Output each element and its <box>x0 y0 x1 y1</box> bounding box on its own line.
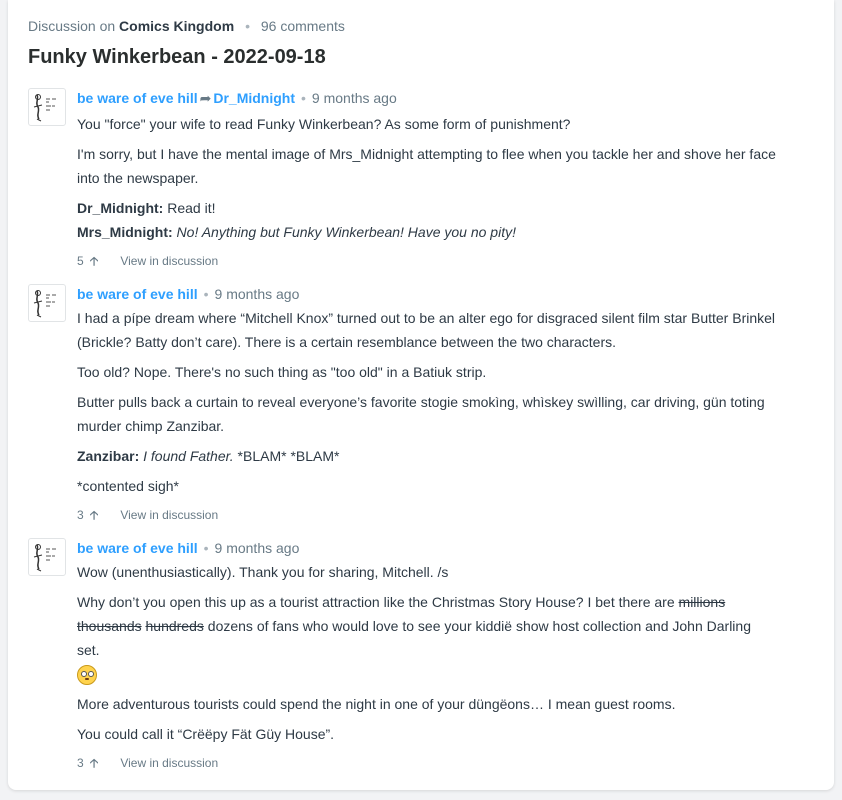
text-run: Why don’t you open this up as a tourist … <box>77 594 679 610</box>
comment-paragraph: More adventurous tourists could spend th… <box>77 696 676 712</box>
header-prefix: Discussion on <box>28 18 116 34</box>
comment-paragraph: Butter pulls back a curtain to reveal ev… <box>77 394 765 434</box>
arrow-up-icon[interactable]: 🡡 <box>90 508 99 522</box>
thread-title[interactable]: Funky Winkerbean - 2022-09-18 <box>28 46 326 69</box>
comment-meta: be ware of eve hill • 9 months ago <box>77 538 777 558</box>
speaker-label: Dr_Midnight: <box>77 200 164 216</box>
comment-paragraph: I had a pípe dream where “Mitchell Knox”… <box>77 310 776 350</box>
comment-meta: be ware of eve hill • 9 months ago <box>77 284 777 304</box>
comment-footer: 5 🡡 View in discussion <box>77 252 777 270</box>
author-link[interactable]: be ware of eve hill <box>77 286 198 302</box>
discussion-card: Discussion on Comics Kingdom • 96 commen… <box>8 0 834 790</box>
sketch-avatar-icon <box>33 94 56 122</box>
comment-paragraph: Mrs_Midnight: No! Anything but Funky Win… <box>77 220 777 244</box>
view-in-discussion-link[interactable]: View in discussion <box>120 254 218 268</box>
comment-paragraph: Too old? Nope. There's no such thing as … <box>77 364 487 380</box>
meta-separator: • <box>301 90 306 106</box>
arrow-up-icon[interactable]: 🡡 <box>90 756 99 770</box>
comment-body: be ware of eve hill • 9 months ago Wow (un… <box>77 538 777 772</box>
comment-meta: be ware of eve hill ➦ Dr_Midnight • 9 months… <box>77 88 777 108</box>
comment-paragraph: I'm sorry, but I have the mental image o… <box>77 146 776 186</box>
comment-count: 96 comments <box>260 18 345 34</box>
sketch-avatar-icon <box>33 290 56 318</box>
discussion-header: Discussion on Comics Kingdom • 96 commen… <box>28 18 345 34</box>
comment-paragraph: *contented sigh* <box>77 478 179 494</box>
reply-arrow-icon: ➦ <box>199 90 212 106</box>
comment-paragraph: Zanzibar: I found Father. *BLAM* *BLAM* <box>77 444 777 468</box>
timestamp-link[interactable]: 9 months ago <box>312 90 397 106</box>
vote-count: 3 <box>77 756 84 770</box>
dialogue-text: No! Anything but Funky Winkerbean! Have … <box>176 224 516 240</box>
vote-count: 5 <box>77 254 84 268</box>
struck-text: millions <box>678 594 726 610</box>
comment-paragraph <box>77 662 777 686</box>
reply-to-link[interactable]: Dr_Midnight <box>213 90 295 106</box>
rolling-eyes-emoji-icon <box>77 665 97 686</box>
vote-count: 3 <box>77 508 84 522</box>
timestamp-link[interactable]: 9 months ago <box>215 540 300 556</box>
sketch-avatar-icon <box>33 544 56 572</box>
comment-footer: 3 🡡 View in discussion <box>77 506 777 524</box>
dialogue-text: Read it! <box>167 200 216 216</box>
comment-paragraph: You "force" your wife to read Funky Wink… <box>77 116 571 132</box>
struck-text: thousands <box>77 618 142 634</box>
dialogue-text: *BLAM* *BLAM* <box>233 448 340 464</box>
speaker-label: Mrs_Midnight: <box>77 224 173 240</box>
arrow-up-icon[interactable]: 🡡 <box>90 254 99 268</box>
comment-paragraph: Dr_Midnight: Read it! <box>77 196 777 220</box>
struck-text: hundreds <box>145 618 204 634</box>
avatar[interactable] <box>28 88 66 126</box>
view-in-discussion-link[interactable]: View in discussion <box>120 756 218 770</box>
avatar[interactable] <box>28 284 66 322</box>
avatar[interactable] <box>28 538 66 576</box>
meta-separator: • <box>203 286 209 302</box>
author-link[interactable]: be ware of eve hill <box>77 90 198 106</box>
site-link[interactable]: Comics Kingdom <box>119 18 234 34</box>
comment-paragraph: Why don’t you open this up as a tourist … <box>77 590 777 662</box>
dialogue-text: I found Father. <box>143 448 234 464</box>
author-link[interactable]: be ware of eve hill <box>77 540 198 556</box>
meta-separator: • <box>203 540 209 556</box>
timestamp-link[interactable]: 9 months ago <box>215 286 300 302</box>
header-separator: • <box>245 18 250 34</box>
comment-body: be ware of eve hill • 9 months ago I had a… <box>77 284 777 524</box>
comment-body: be ware of eve hill ➦ Dr_Midnight • 9 months… <box>77 88 777 270</box>
comment-paragraph: You could call it “Crëëpy Fät Güy House”… <box>77 726 335 742</box>
speaker-label: Zanzibar: <box>77 448 140 464</box>
comment-paragraph: Wow (unenthusiastically). Thank you for … <box>77 564 449 580</box>
comment-footer: 3 🡡 View in discussion <box>77 754 777 772</box>
view-in-discussion-link[interactable]: View in discussion <box>120 508 218 522</box>
